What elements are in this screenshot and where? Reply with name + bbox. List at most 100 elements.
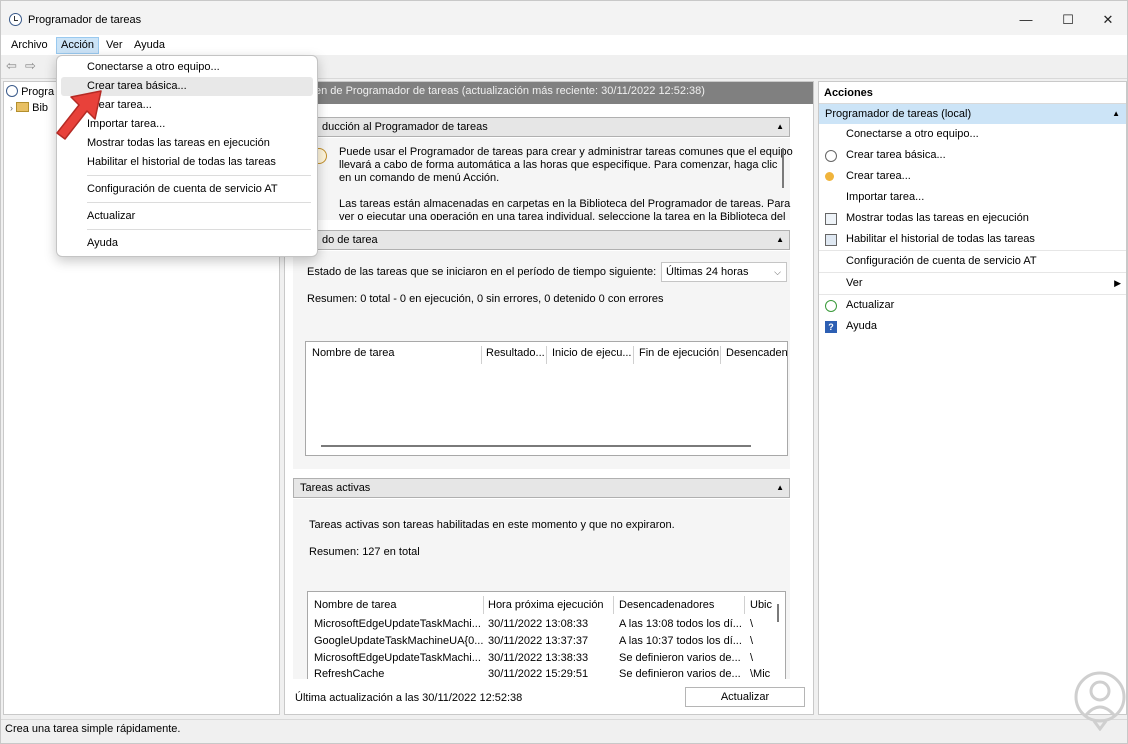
refresh-button[interactable]: Actualizar: [685, 687, 805, 707]
summary-header: en de Programador de tareas (actualizaci…: [285, 82, 813, 104]
collapse-caret-icon[interactable]: ▲: [776, 231, 784, 249]
clock-icon: [6, 85, 18, 97]
back-arrow-icon[interactable]: ⇦: [6, 59, 20, 72]
status-grid-hscroll[interactable]: [321, 445, 751, 447]
action-import-task[interactable]: Importar tarea...: [819, 187, 1126, 208]
table-row-cell[interactable]: Se definieron varios de...: [619, 652, 741, 664]
col-triggers[interactable]: Desencadenadores: [619, 599, 714, 611]
table-row-cell[interactable]: Se definieron varios de...: [619, 668, 741, 679]
create-task-icon: [825, 172, 834, 181]
table-row-cell[interactable]: \: [750, 652, 753, 664]
table-row-cell[interactable]: \: [750, 635, 753, 647]
action-label: Actualizar: [846, 299, 895, 311]
action-at-account[interactable]: Configuración de cuenta de servicio AT: [819, 250, 1126, 271]
col-task-name[interactable]: Nombre de tarea: [314, 599, 397, 611]
table-row-cell[interactable]: MicrosoftEdgeUpdateTaskMachi...: [314, 618, 481, 630]
task-scheduler-clock-icon: [9, 13, 22, 26]
actions-group-header[interactable]: Programador de tareas (local) ▲: [819, 104, 1126, 124]
col-task-name[interactable]: Nombre de tarea: [312, 347, 395, 359]
table-row-cell[interactable]: \Mic: [750, 668, 770, 679]
col-result[interactable]: Resultado...: [486, 347, 545, 359]
tree-library-label: Bib: [32, 102, 49, 114]
menu-separator: [87, 229, 311, 230]
grid-separator: [546, 346, 547, 364]
table-row-cell[interactable]: A las 10:37 todos los dí...: [619, 635, 742, 647]
active-summary: Resumen: 127 en total: [309, 546, 420, 558]
collapse-caret-icon[interactable]: ▲: [1112, 104, 1120, 124]
accion-dropdown-menu: Conectarse a otro equipo... Crear tarea …: [56, 55, 318, 257]
last-update-text: Última actualización a las 30/11/2022 12…: [295, 692, 523, 704]
expand-chevron-icon[interactable]: ›: [10, 103, 13, 113]
status-grid: Nombre de tarea Resultado... Inicio de e…: [305, 341, 788, 456]
action-refresh[interactable]: Actualizar: [819, 294, 1126, 315]
table-row-cell[interactable]: MicrosoftEdgeUpdateTaskMachi...: [314, 652, 481, 664]
table-row-cell[interactable]: 30/11/2022 13:38:33: [488, 652, 588, 664]
forward-arrow-icon[interactable]: ⇨: [25, 59, 39, 72]
action-label: Configuración de cuenta de servicio AT: [846, 255, 1037, 267]
help-icon: ?: [825, 321, 837, 333]
active-grid-vscroll[interactable]: [777, 604, 779, 622]
wizard-clock-icon: [825, 150, 837, 162]
grid-separator: [483, 596, 484, 614]
history-icon: [825, 234, 837, 246]
col-location[interactable]: Ubic: [750, 599, 772, 611]
action-view[interactable]: Ver ▶: [819, 272, 1126, 293]
collapse-caret-icon[interactable]: ▲: [776, 118, 784, 136]
menu-ver[interactable]: Ver: [102, 37, 127, 54]
folder-icon: [16, 102, 30, 112]
menu-item-connect[interactable]: Conectarse a otro equipo...: [61, 58, 313, 77]
col-run-start[interactable]: Inicio de ejecu...: [552, 347, 632, 359]
close-button[interactable]: ✕: [1094, 9, 1122, 31]
action-create-basic-task[interactable]: Crear tarea básica...: [819, 145, 1126, 166]
intro-section-title: ducción al Programador de tareas: [322, 121, 488, 133]
active-section-body: Tareas activas son tareas habilitadas en…: [293, 499, 790, 679]
menu-item-refresh[interactable]: Actualizar: [61, 207, 313, 226]
action-help[interactable]: ? Ayuda: [819, 316, 1126, 337]
table-row-cell[interactable]: RefreshCache: [314, 668, 384, 679]
intro-line-2: llevará a cabo de forma automática a las…: [339, 159, 778, 171]
action-enable-history[interactable]: Habilitar el historial de todas las tare…: [819, 229, 1126, 250]
menu-item-help[interactable]: Ayuda: [61, 234, 313, 253]
maximize-button[interactable]: ☐: [1054, 9, 1082, 31]
table-row-cell[interactable]: \: [750, 618, 753, 630]
col-next-run[interactable]: Hora próxima ejecución: [488, 599, 604, 611]
table-row-cell[interactable]: 30/11/2022 13:08:33: [488, 618, 588, 630]
refresh-icon: [825, 300, 837, 312]
collapse-caret-icon[interactable]: ▲: [776, 479, 784, 497]
status-section-title: do de tarea: [322, 234, 378, 246]
actions-title: Acciones: [819, 82, 1126, 104]
table-row-cell[interactable]: 30/11/2022 15:29:51: [488, 668, 588, 679]
intro-line-3: en un comando de menú Acción.: [339, 172, 500, 184]
intro-line-5: ver o ejecutar una operación en una tare…: [339, 211, 786, 220]
period-select[interactable]: Últimas 24 horas ⌵: [661, 262, 787, 282]
table-row-cell[interactable]: GoogleUpdateTaskMachineUA{0...: [314, 635, 483, 647]
action-label: Conectarse a otro equipo...: [846, 128, 979, 140]
grid-separator: [744, 596, 745, 614]
active-section-header[interactable]: Tareas activas ▲: [293, 478, 790, 498]
status-period-label: Estado de las tareas que se iniciaron en…: [307, 266, 657, 278]
grid-separator: [633, 346, 634, 364]
menu-ayuda[interactable]: Ayuda: [130, 37, 169, 54]
status-bar: Crea una tarea simple rápidamente.: [1, 719, 1127, 743]
tree-item-root[interactable]: Progra: [6, 84, 54, 100]
status-section-body: Estado de las tareas que se iniciaron en…: [293, 251, 790, 469]
period-select-value: Últimas 24 horas: [666, 266, 749, 278]
col-run-end[interactable]: Fin de ejecución: [639, 347, 719, 359]
action-show-running[interactable]: Mostrar todas las tareas en ejecución: [819, 208, 1126, 229]
table-row-cell[interactable]: A las 13:08 todos los dí...: [619, 618, 742, 630]
action-create-task[interactable]: Crear tarea...: [819, 166, 1126, 187]
status-section-header[interactable]: do de tarea ▲: [293, 230, 790, 250]
menu-item-at-account[interactable]: Configuración de cuenta de servicio AT: [61, 180, 313, 199]
intro-section-header[interactable]: ducción al Programador de tareas ▲: [293, 117, 790, 137]
menu-accion[interactable]: Acción: [56, 37, 100, 54]
menu-item-enable-history[interactable]: Habilitar el historial de todas las tare…: [61, 153, 313, 172]
tree-item-library[interactable]: › Bib: [10, 100, 48, 116]
menu-separator: [87, 175, 311, 176]
actions-pane: Acciones Programador de tareas (local) ▲…: [818, 81, 1127, 715]
table-row-cell[interactable]: 30/11/2022 13:37:37: [488, 635, 588, 647]
col-trigger[interactable]: Desencadena: [726, 347, 787, 359]
action-connect[interactable]: Conectarse a otro equipo...: [819, 124, 1126, 145]
minimize-button[interactable]: —: [1012, 9, 1040, 31]
intro-scrollbar[interactable]: [782, 148, 784, 188]
menu-archivo[interactable]: Archivo: [7, 37, 52, 54]
